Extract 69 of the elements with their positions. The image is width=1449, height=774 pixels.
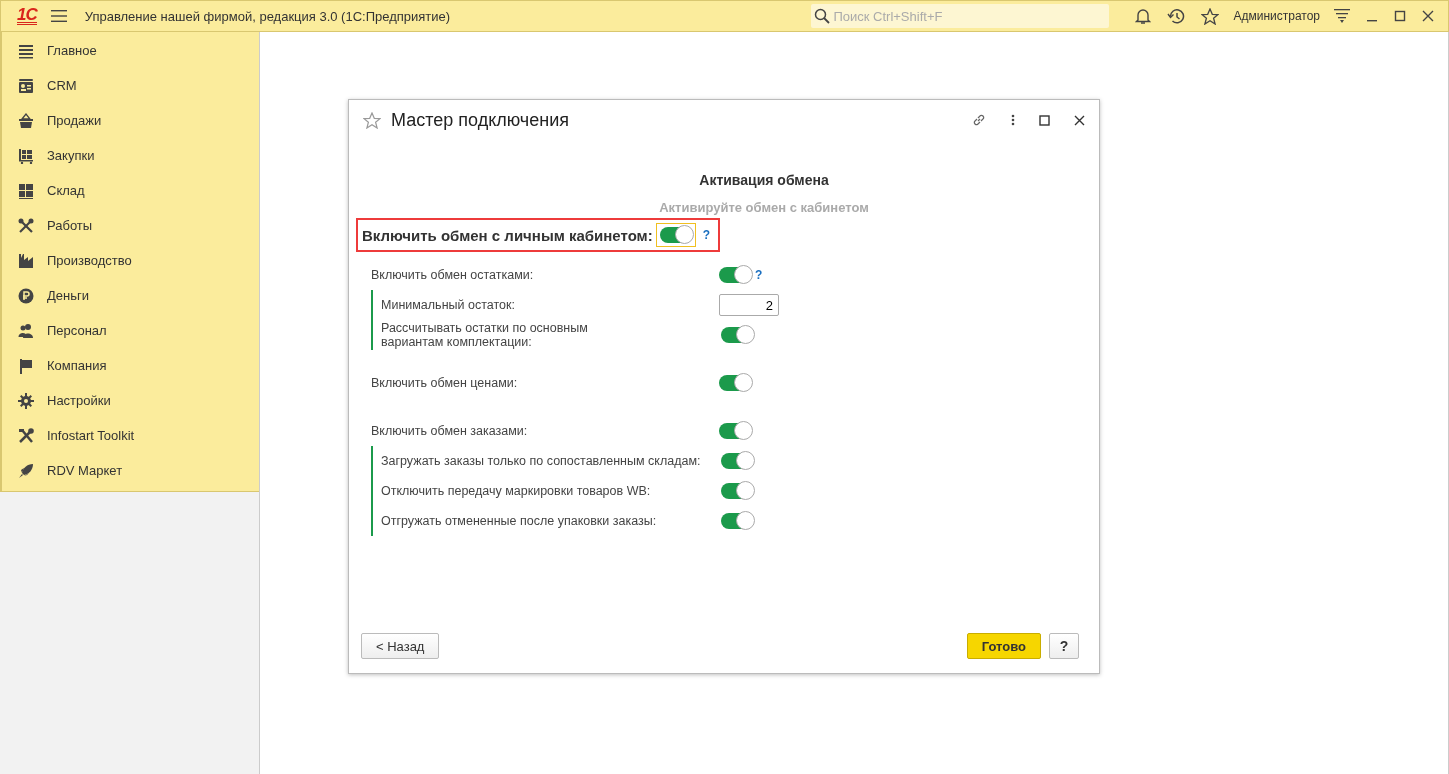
more-icon[interactable] bbox=[1011, 114, 1015, 126]
toggle-switch[interactable] bbox=[719, 375, 751, 391]
link-icon[interactable] bbox=[971, 112, 987, 128]
search-field[interactable]: Поиск Ctrl+Shift+F bbox=[811, 4, 1110, 28]
menu-icon[interactable] bbox=[1334, 8, 1350, 24]
factory-icon bbox=[18, 252, 34, 269]
sidebar-item[interactable]: Деньги bbox=[2, 278, 259, 313]
user-name[interactable]: Администратор bbox=[1233, 9, 1320, 23]
toggle-switch[interactable] bbox=[719, 267, 751, 283]
sidebar-item[interactable]: Компания bbox=[2, 348, 259, 383]
sidebar-item[interactable]: Работы bbox=[2, 208, 259, 243]
sidebar-item[interactable]: Настройки bbox=[2, 383, 259, 418]
sidebar-item[interactable]: Продажи bbox=[2, 103, 259, 138]
history-icon[interactable] bbox=[1167, 7, 1186, 25]
setting-label: Отключить передачу маркировки товаров WB: bbox=[380, 484, 652, 498]
contact-card-icon bbox=[18, 77, 34, 94]
help-link[interactable]: ? bbox=[702, 228, 711, 242]
toggle-switch[interactable] bbox=[659, 227, 692, 243]
sidebar-item[interactable]: CRM bbox=[2, 68, 259, 103]
ruble-icon bbox=[18, 287, 34, 304]
section-subheading: Активируйте обмен с кабинетом bbox=[658, 200, 870, 215]
toggle-switch[interactable] bbox=[719, 423, 751, 439]
app-title: Управление нашей фирмой, редакция 3.0 (1С:Предприятие) bbox=[84, 8, 451, 24]
menu-icon[interactable] bbox=[50, 10, 67, 22]
setting-label: Минимальный остаток: bbox=[380, 298, 516, 312]
setting-label: Загружать заказы только по сопоставленным складам: bbox=[380, 454, 702, 468]
setting-label: Включить обмен остатками: bbox=[371, 268, 535, 282]
gear-icon bbox=[18, 392, 34, 409]
setting-label: Отгружать отмененные после упаковки заказы: bbox=[380, 514, 658, 528]
toggle-switch[interactable] bbox=[721, 453, 753, 469]
help-button[interactable]: ? bbox=[1049, 633, 1079, 659]
sidebar-item[interactable]: Infostart Toolkit bbox=[2, 418, 259, 453]
section-heading: Активация обмена bbox=[698, 172, 830, 188]
number-field[interactable]: 2 bbox=[719, 294, 779, 316]
sidebar-item[interactable]: Закупки bbox=[2, 138, 259, 173]
flag-icon bbox=[18, 357, 34, 374]
dialog-title: Мастер подключения bbox=[391, 109, 569, 131]
sidebar-item[interactable]: Склад bbox=[2, 173, 259, 208]
maximize-icon[interactable] bbox=[1039, 114, 1050, 126]
toggle-switch[interactable] bbox=[721, 327, 753, 343]
close-icon[interactable] bbox=[1422, 10, 1434, 22]
setting-label: Включить обмен ценами: bbox=[371, 376, 519, 390]
cart-icon bbox=[18, 147, 34, 164]
setting-label: Рассчитывать остатки по основным вариантам комплектации: bbox=[380, 321, 589, 349]
sidebar-item[interactable]: Производство bbox=[2, 243, 259, 278]
app-logo: 1С bbox=[17, 7, 37, 25]
wrench-icon bbox=[18, 427, 34, 444]
toggle-switch[interactable] bbox=[721, 483, 753, 499]
setting-label: Включить обмен с личным кабинетом: bbox=[362, 226, 653, 244]
tools-icon bbox=[18, 217, 34, 234]
bell-icon[interactable] bbox=[1135, 7, 1152, 25]
star-icon[interactable] bbox=[363, 111, 381, 129]
rocket-icon bbox=[18, 462, 34, 479]
search-icon bbox=[814, 8, 831, 24]
setting-label: Включить обмен заказами: bbox=[371, 424, 529, 438]
basket-icon bbox=[18, 112, 34, 129]
sidebar-item[interactable]: Персонал bbox=[2, 313, 259, 348]
grid-icon bbox=[18, 182, 34, 199]
maximize-icon[interactable] bbox=[1394, 10, 1406, 22]
people-icon bbox=[18, 322, 34, 339]
toggle-switch[interactable] bbox=[721, 513, 753, 529]
list-icon bbox=[18, 42, 34, 59]
close-icon[interactable] bbox=[1074, 114, 1085, 126]
sidebar-item[interactable]: Главное bbox=[2, 33, 259, 68]
help-link[interactable]: ? bbox=[755, 268, 763, 282]
done-button[interactable]: Готово bbox=[966, 633, 1041, 659]
sidebar-item[interactable]: RDV Маркет bbox=[2, 453, 259, 488]
back-button[interactable]: < Назад bbox=[361, 633, 440, 659]
star-icon[interactable] bbox=[1201, 7, 1220, 25]
